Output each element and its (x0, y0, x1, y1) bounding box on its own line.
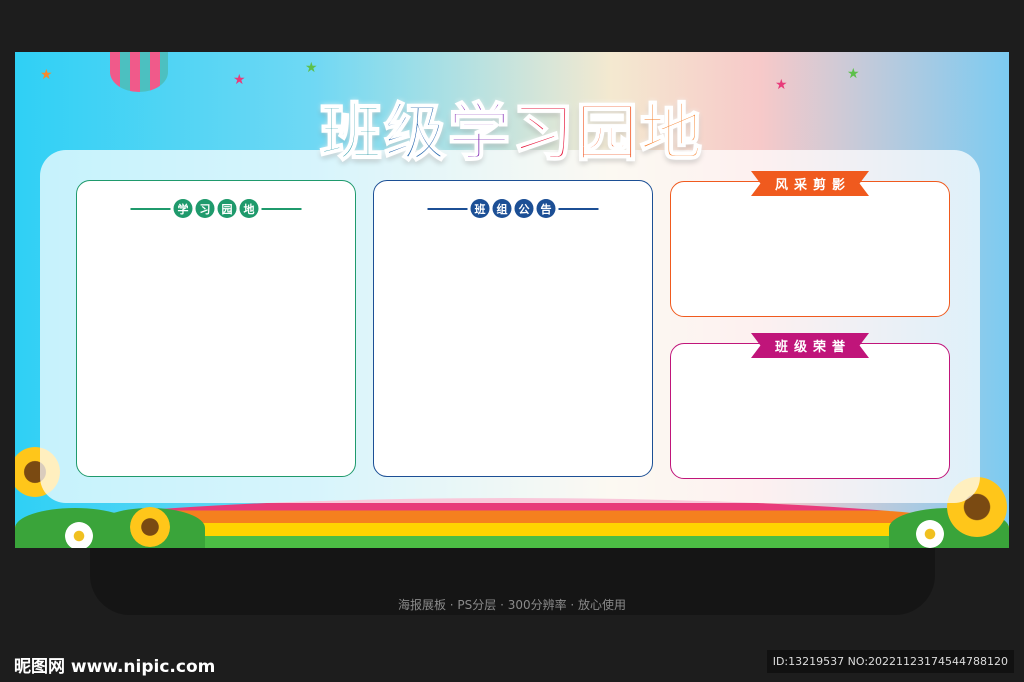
star-icon: ★ (305, 60, 318, 76)
heading-char: 组 (492, 199, 512, 218)
heading-char: 地 (239, 199, 259, 218)
heading-char: 习 (195, 199, 215, 218)
caption: 海报展板 · PS分层 · 300分辨率 · 放心使用 (397, 598, 627, 612)
section-heading: 班 组 公 告 (427, 199, 599, 218)
section-class-notice: 班 组 公 告 (373, 180, 653, 477)
title-char: 学 (447, 95, 512, 170)
section-heading: 学 习 园 地 (130, 199, 302, 218)
title-char: 地 (639, 95, 705, 170)
image-id: ID:13219537 NO:20221123174544788120 (766, 650, 1014, 673)
heading-char: 公 (514, 199, 534, 218)
daisy-icon (916, 520, 944, 548)
heading-char: 学 (173, 199, 193, 218)
daisy-icon (65, 522, 93, 548)
section-class-honors (670, 343, 950, 479)
poster: ★ ★ ★ ★ ★ 班级学习园地 学 习 园 地 班 组 公 告 风采剪影 班级… (15, 52, 1009, 548)
heading-char: 告 (536, 199, 556, 218)
section-style-photos (670, 181, 950, 317)
heading-char: 园 (217, 199, 237, 218)
poster-title: 班级学习园地 (15, 82, 1009, 172)
section-ribbon-heading: 班级荣誉 (750, 333, 870, 358)
site-logo: 昵图网 www.nipic.com (14, 657, 216, 677)
title-char: 级 (383, 95, 448, 170)
star-icon: ★ (40, 67, 53, 83)
heading-char: 班 (470, 199, 490, 218)
star-icon: ★ (847, 66, 860, 82)
title-char: 班 (319, 95, 384, 170)
sunflower-icon (130, 507, 170, 547)
section-ribbon-heading: 风采剪影 (750, 171, 870, 196)
section-study-garden: 学 习 园 地 (76, 180, 356, 477)
title-char: 习 (511, 95, 577, 170)
title-char: 园 (575, 95, 641, 170)
